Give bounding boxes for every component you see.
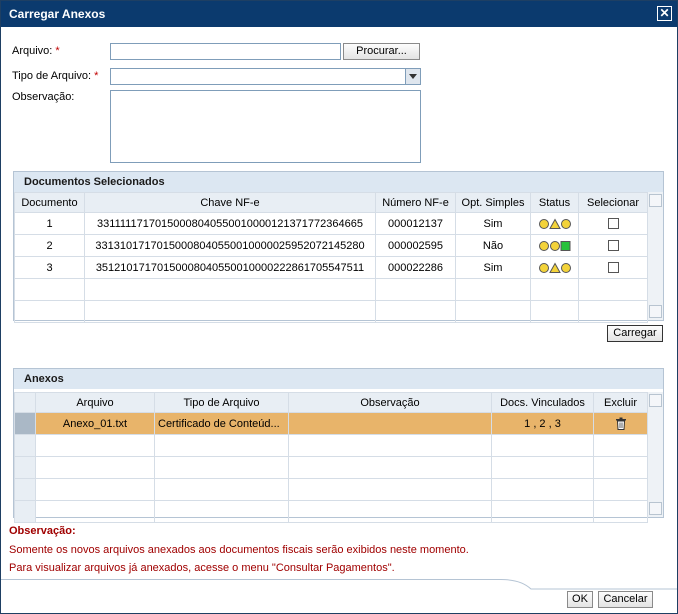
cell-arquivo: Anexo_01.txt — [35, 412, 155, 435]
cell-tipo: Certificado de Conteúd... — [154, 412, 289, 435]
cell-numero: 000002595 — [375, 234, 456, 257]
docs-panel-title: Documentos Selecionados — [14, 172, 663, 192]
scroll-up-icon[interactable] — [649, 194, 662, 207]
anexos-table-header: Arquivo Tipo de Arquivo Observação Docs.… — [14, 392, 648, 413]
observacao-textarea[interactable] — [110, 90, 421, 163]
select-checkbox[interactable] — [607, 240, 619, 252]
col-chave: Chave NF-e — [84, 192, 376, 213]
note-title: Observação: — [9, 525, 76, 537]
anexos-scrollbar[interactable] — [647, 392, 663, 517]
empty-row — [14, 300, 648, 323]
select-checkbox[interactable] — [607, 218, 619, 230]
anexos-table: Arquivo Tipo de Arquivo Observação Docs.… — [14, 392, 648, 523]
docs-scrollbar[interactable] — [647, 192, 663, 320]
dialog-title: Carregar Anexos — [9, 7, 106, 21]
status-warning-icon — [538, 218, 571, 229]
arquivo-input[interactable] — [110, 43, 341, 60]
table-row[interactable]: 3 35121017170150008040550010000222861705… — [14, 256, 648, 279]
required-marker: * — [55, 45, 60, 57]
empty-row — [14, 434, 648, 457]
select-cell[interactable] — [578, 212, 648, 235]
cell-chave: 3313101717015000804055001000002595207214… — [84, 234, 376, 257]
upload-attachments-dialog: Carregar Anexos ✕ Arquivo: * Procurar... … — [0, 0, 678, 614]
close-icon[interactable]: ✕ — [657, 6, 672, 21]
col-observacao: Observação — [288, 392, 492, 413]
select-checkbox[interactable] — [607, 262, 619, 274]
table-row[interactable]: 1 33111117170150008040550010000121371772… — [14, 212, 648, 235]
cell-chave: 3311111717015000804055001000012137177236… — [84, 212, 376, 235]
cell-documento: 2 — [14, 234, 85, 257]
cell-observacao — [288, 412, 492, 435]
empty-row — [14, 278, 648, 301]
arquivo-label: Arquivo: * — [12, 45, 60, 57]
cell-opt: Sim — [455, 212, 531, 235]
table-row[interactable]: 2 33131017170150008040550010000025952072… — [14, 234, 648, 257]
status-icons — [530, 234, 579, 257]
scroll-down-icon[interactable] — [649, 502, 662, 515]
cell-opt: Não — [455, 234, 531, 257]
table-row[interactable]: Anexo_01.txt Certificado de Conteúd... 1… — [14, 412, 648, 435]
chevron-down-icon[interactable] — [405, 69, 420, 84]
cell-documento: 1 — [14, 212, 85, 235]
status-warning-icon — [538, 262, 571, 273]
tipo-arquivo-label-text: Tipo de Arquivo: — [12, 70, 92, 82]
col-opt-simples: Opt. Simples — [455, 192, 531, 213]
anexos-panel-title: Anexos — [14, 369, 663, 389]
col-status: Status — [530, 192, 579, 213]
tipo-arquivo-label: Tipo de Arquivo: * — [12, 70, 98, 82]
observacao-label: Observação: — [12, 91, 75, 103]
dialog-titlebar: Carregar Anexos ✕ — [1, 1, 677, 27]
browse-button[interactable]: Procurar... — [343, 43, 420, 60]
note-line-2: Para visualizar arquivos já anexados, ac… — [9, 562, 395, 574]
cell-numero: 000012137 — [375, 212, 456, 235]
col-excluir: Excluir — [593, 392, 648, 413]
cancel-button[interactable]: Cancelar — [598, 591, 653, 608]
col-numero: Número NF-e — [375, 192, 456, 213]
status-ok-icon — [538, 240, 570, 251]
scroll-down-icon[interactable] — [649, 305, 662, 318]
docs-table-header: Documento Chave NF-e Número NF-e Opt. Si… — [14, 192, 648, 213]
cell-documento: 3 — [14, 256, 85, 279]
scroll-up-icon[interactable] — [649, 394, 662, 407]
col-arquivo: Arquivo — [35, 392, 155, 413]
empty-row — [14, 478, 648, 501]
col-selecionar: Selecionar — [578, 192, 648, 213]
status-icons — [530, 212, 579, 235]
docs-table: Documento Chave NF-e Número NF-e Opt. Si… — [14, 192, 648, 323]
note-line-1: Somente os novos arquivos anexados aos d… — [9, 544, 469, 556]
tipo-arquivo-select[interactable] — [110, 68, 421, 85]
row-selector[interactable] — [14, 412, 36, 435]
cell-numero: 000022286 — [375, 256, 456, 279]
empty-row — [14, 456, 648, 479]
ok-button[interactable]: OK — [567, 591, 593, 608]
anexos-panel: Anexos Arquivo Tipo de Arquivo Observaçã… — [13, 368, 664, 523]
col-documento: Documento — [14, 192, 85, 213]
select-cell[interactable] — [578, 234, 648, 257]
delete-cell[interactable] — [593, 412, 648, 435]
cell-opt: Sim — [455, 256, 531, 279]
select-cell[interactable] — [578, 256, 648, 279]
arquivo-label-text: Arquivo: — [12, 45, 53, 57]
cell-docs: 1 , 2 , 3 — [491, 412, 594, 435]
status-icons — [530, 256, 579, 279]
empty-row — [14, 500, 648, 523]
col-docs-vinculados: Docs. Vinculados — [491, 392, 594, 413]
required-marker: * — [94, 70, 99, 82]
docs-panel: Documentos Selecionados Documento Chave … — [13, 171, 664, 323]
trash-icon[interactable] — [615, 417, 627, 430]
row-selector-header — [14, 392, 36, 413]
cell-chave: 3512101717015000804055001000022286170554… — [84, 256, 376, 279]
carregar-button[interactable]: Carregar — [607, 325, 663, 342]
col-tipo: Tipo de Arquivo — [154, 392, 289, 413]
